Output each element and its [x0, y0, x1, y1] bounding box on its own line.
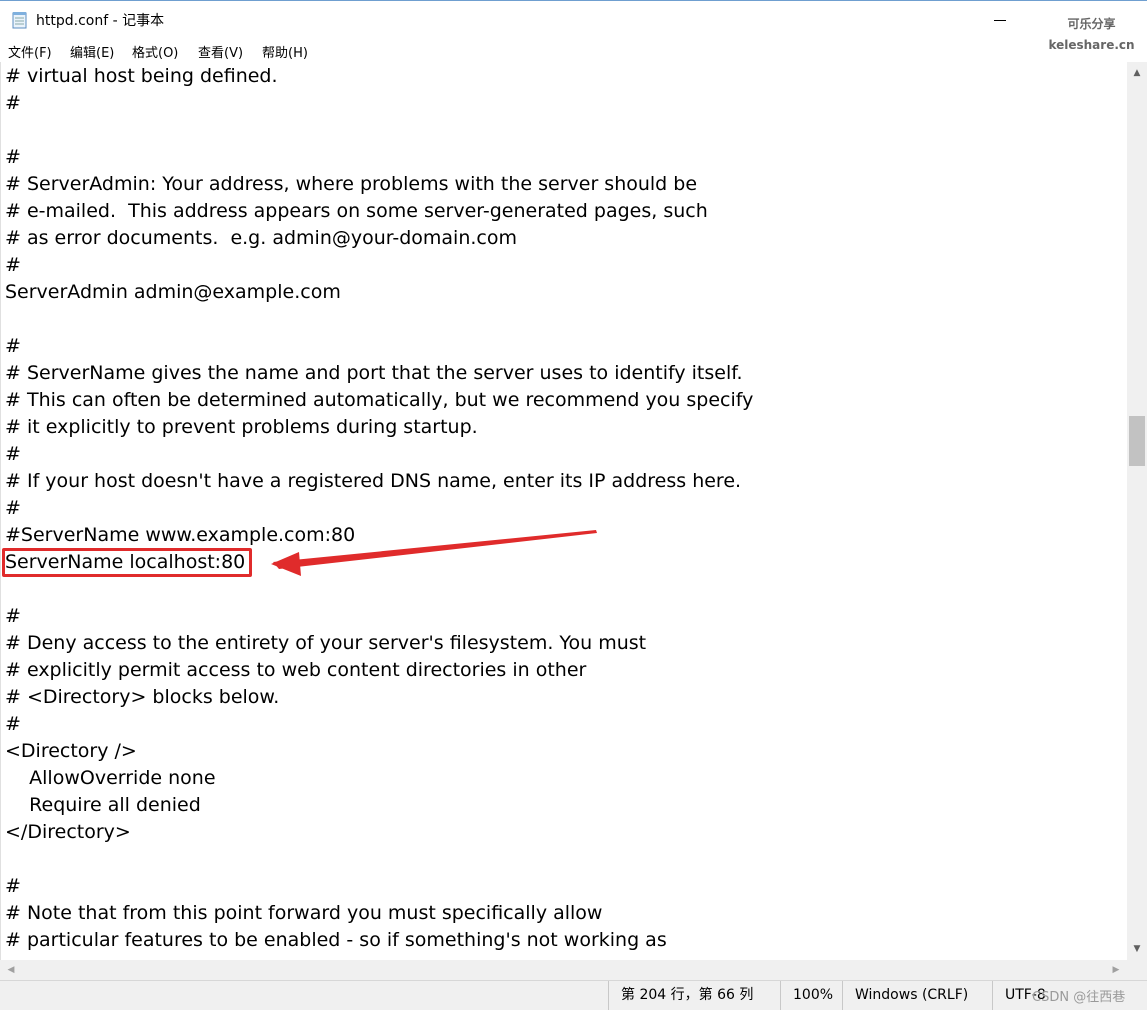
menu-bar: 文件(F) 编辑(E) 格式(O) 查看(V) 帮助(H) — [0, 38, 1040, 62]
watermark-site-name: 可乐分享 — [1067, 17, 1116, 31]
horizontal-scrollbar[interactable]: ◀ ▶ — [0, 960, 1127, 980]
text-line: ServerAdmin admin@example.com — [5, 281, 341, 303]
text-line: # — [5, 875, 21, 897]
scroll-right-icon[interactable]: ▶ — [1107, 960, 1125, 980]
scroll-up-icon[interactable]: ▲ — [1127, 64, 1147, 82]
text-line: # — [5, 443, 21, 465]
scroll-left-icon[interactable]: ◀ — [2, 960, 20, 980]
text-line: # as error documents. e.g. admin@your-do… — [5, 227, 517, 249]
scroll-down-icon[interactable]: ▼ — [1127, 940, 1147, 958]
text-line: # — [5, 497, 21, 519]
annotation-highlight-box — [2, 548, 252, 577]
status-line-ending: Windows (CRLF) — [842, 981, 992, 1010]
menu-view[interactable]: 查看(V) — [198, 42, 243, 61]
text-line: # Note that from this point forward you … — [5, 902, 603, 924]
window-title: httpd.conf - 记事本 — [36, 13, 165, 29]
status-cursor-position: 第 204 行，第 66 列 — [608, 981, 780, 1010]
notepad-icon — [12, 12, 27, 29]
text-line: # — [5, 146, 21, 168]
text-line: # — [5, 254, 21, 276]
text-line: # — [5, 605, 21, 627]
scroll-thumb[interactable] — [1129, 416, 1145, 466]
watermark-author: CSDN @往西巷 — [1032, 990, 1126, 1005]
text-line: AllowOverride none — [5, 767, 216, 789]
text-line: # <Directory> blocks below. — [5, 686, 280, 708]
text-line: # This can often be determined automatic… — [5, 389, 754, 411]
watermark-site-url: keleshare.cn — [1048, 38, 1135, 52]
menu-format[interactable]: 格式(O) — [132, 42, 178, 61]
text-line: # ServerName gives the name and port tha… — [5, 362, 743, 384]
text-line: # explicitly permit access to web conten… — [5, 659, 587, 681]
menu-help[interactable]: 帮助(H) — [262, 42, 308, 61]
text-line: Require all denied — [5, 794, 201, 816]
watermark-logo: 可乐分享 keleshare.cn — [1040, 6, 1143, 62]
status-zoom: 100% — [780, 981, 842, 1010]
status-bar: 第 204 行，第 66 列 100% Windows (CRLF) UTF-8 — [0, 980, 1147, 1010]
text-line: # e-mailed. This address appears on some… — [5, 200, 708, 222]
scrollbar-corner — [1127, 960, 1147, 980]
menu-file[interactable]: 文件(F) — [8, 42, 52, 61]
menu-edit[interactable]: 编辑(E) — [70, 42, 114, 61]
text-line: <Directory /> — [5, 740, 137, 762]
text-line: # particular features to be enabled - so… — [5, 929, 667, 951]
text-line: # — [5, 335, 21, 357]
annotation-arrow-icon — [271, 530, 597, 576]
text-line: # virtual host being defined. — [5, 65, 278, 87]
text-line: # — [5, 713, 21, 735]
vertical-scrollbar[interactable]: ▲ ▼ — [1127, 62, 1147, 960]
text-line: # If your host doesn't have a registered… — [5, 470, 742, 492]
text-line: # ServerAdmin: Your address, where probl… — [5, 173, 698, 195]
text-line: # — [5, 92, 21, 114]
text-line: # Deny access to the entirety of your se… — [5, 632, 647, 654]
text-editor[interactable]: # virtual host being defined. # # # Serv… — [0, 62, 1127, 960]
minimize-button[interactable] — [982, 5, 1018, 35]
text-line: # it explicitly to prevent problems duri… — [5, 416, 478, 438]
minimize-icon — [994, 19, 1006, 21]
text-line: </Directory> — [5, 821, 131, 843]
title-bar: httpd.conf - 记事本 — [0, 0, 1147, 38]
